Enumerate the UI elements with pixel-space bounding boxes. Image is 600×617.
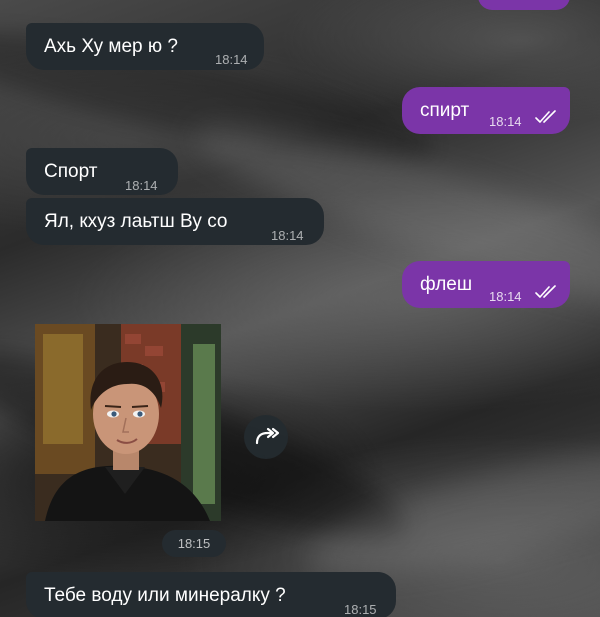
message-text: Тебе воду или минералку ? xyxy=(44,585,286,606)
message-time: 18:15 xyxy=(344,602,377,617)
outgoing-message-bubble[interactable]: флеш 18:14 xyxy=(402,261,570,308)
message-time: 18:14 xyxy=(489,289,522,304)
incoming-message-bubble[interactable]: Спорт 18:14 xyxy=(26,148,178,195)
incoming-message-bubble[interactable]: Тебе воду или минералку ? 18:15 xyxy=(26,572,396,617)
message-time: 18:14 xyxy=(271,228,304,243)
incoming-message-bubble[interactable]: Ахь Ху мер ю ? 18:14 xyxy=(26,23,264,70)
outgoing-message-bubble[interactable]: спирт 18:14 xyxy=(402,87,570,134)
outgoing-bubble-cropped xyxy=(478,0,570,10)
message-text: Спорт xyxy=(44,161,98,182)
photo-message[interactable] xyxy=(35,324,221,521)
message-time: 18:14 xyxy=(215,52,248,67)
photo-image xyxy=(35,324,221,521)
message-time: 18:14 xyxy=(489,114,522,129)
double-check-icon xyxy=(535,285,556,298)
message-text: Ахь Ху мер ю ? xyxy=(44,36,178,57)
forward-button[interactable] xyxy=(244,415,288,459)
message-time: 18:14 xyxy=(125,178,158,193)
message-text: Ял, кхуз лаьтш Ву со xyxy=(44,211,228,232)
message-text: флеш xyxy=(420,274,473,295)
incoming-message-bubble[interactable]: Ял, кхуз лаьтш Ву со 18:14 xyxy=(26,198,324,245)
double-check-icon xyxy=(535,110,556,123)
forward-arrow-icon xyxy=(255,427,280,445)
photo-timestamp: 18:15 xyxy=(162,530,226,557)
message-text: спирт xyxy=(420,100,470,121)
